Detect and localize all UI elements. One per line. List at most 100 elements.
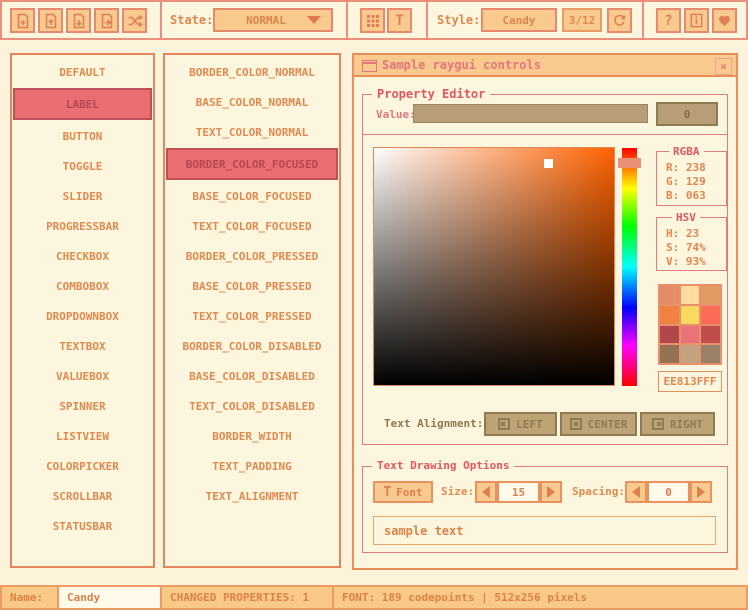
list-item[interactable]: BORDER_WIDTH xyxy=(165,421,339,451)
align-right-button[interactable]: RIGHT xyxy=(640,412,715,436)
list-item[interactable]: COLORPICKER xyxy=(12,451,153,481)
list-item[interactable]: LISTVIEW xyxy=(12,421,153,451)
sample-text-input[interactable]: sample text xyxy=(373,516,716,545)
align-center-text: CENTER xyxy=(588,418,628,431)
list-item[interactable]: DROPDOWNBOX xyxy=(12,301,153,331)
color-value-row: B: 063 xyxy=(657,189,726,203)
random-style-button[interactable] xyxy=(122,8,147,33)
style-name-button[interactable]: Candy xyxy=(481,8,557,32)
color-value-row: V: 93% xyxy=(657,255,726,269)
list-item[interactable]: LABEL xyxy=(13,88,152,120)
value-box[interactable]: 0 xyxy=(656,102,718,126)
palette-swatch[interactable] xyxy=(660,326,679,344)
info-button[interactable] xyxy=(684,8,709,33)
palette-swatch[interactable] xyxy=(681,326,700,344)
align-center-button[interactable]: CENTER xyxy=(560,412,637,436)
font-button-text: Font xyxy=(396,486,423,499)
palette-swatch[interactable] xyxy=(681,306,700,324)
palette-swatch[interactable] xyxy=(701,326,720,344)
new-file-icon xyxy=(15,13,31,29)
hue-bar[interactable] xyxy=(622,148,637,386)
list-item[interactable]: BORDER_COLOR_PRESSED xyxy=(165,241,339,271)
palette-swatch[interactable] xyxy=(681,345,700,363)
spacing-increase-button[interactable] xyxy=(690,481,712,503)
list-item[interactable]: DEFAULT xyxy=(12,57,153,87)
hue-bar-cursor[interactable] xyxy=(618,158,641,168)
hex-value-box[interactable]: EE813FFF xyxy=(658,371,722,392)
spacing-value-box[interactable]: 0 xyxy=(647,481,690,503)
list-item[interactable]: TEXT_COLOR_PRESSED xyxy=(165,301,339,331)
list-item[interactable]: TEXT_COLOR_NORMAL xyxy=(165,117,339,147)
rgba-group: RGBA R: 238G: 129B: 063 xyxy=(656,151,727,206)
controls-listview[interactable]: DEFAULTLABELBUTTONTOGGLESLIDERPROGRESSBA… xyxy=(10,53,155,568)
reload-style-button[interactable] xyxy=(607,8,632,33)
sponsor-button[interactable] xyxy=(712,8,737,33)
list-item[interactable]: CHECKBOX xyxy=(12,241,153,271)
text-preview-toggle-button[interactable]: T xyxy=(387,8,412,33)
list-item[interactable]: SLIDER xyxy=(12,181,153,211)
style-name-value: Candy xyxy=(67,591,100,604)
align-left-button[interactable]: LEFT xyxy=(484,412,557,436)
list-item[interactable]: STATUSBAR xyxy=(12,511,153,541)
list-item[interactable]: TEXT_COLOR_FOCUSED xyxy=(165,211,339,241)
palette-swatch[interactable] xyxy=(660,306,679,324)
value-slider[interactable] xyxy=(413,104,648,123)
rgba-title: RGBA xyxy=(669,145,704,158)
color-picker-panel[interactable] xyxy=(373,147,615,386)
close-icon[interactable]: × xyxy=(715,58,732,75)
list-item[interactable]: TEXT_ALIGNMENT xyxy=(165,481,339,511)
list-item[interactable]: COMBOBOX xyxy=(12,271,153,301)
font-button[interactable]: T Font xyxy=(373,481,433,503)
window-titlebar[interactable]: Sample raygui controls × xyxy=(354,55,736,77)
list-item[interactable]: BASE_COLOR_DISABLED xyxy=(165,361,339,391)
grid-toggle-button[interactable] xyxy=(360,8,385,33)
style-name-input[interactable]: Candy xyxy=(57,585,162,610)
arrow-left-icon xyxy=(632,486,640,498)
spacing-decrease-button[interactable] xyxy=(625,481,647,503)
state-dropdown[interactable]: NORMAL xyxy=(213,8,333,32)
text-icon: T xyxy=(395,13,403,29)
list-item[interactable]: BORDER_COLOR_FOCUSED xyxy=(166,148,338,180)
list-item[interactable]: TEXT_COLOR_DISABLED xyxy=(165,391,339,421)
sample-controls-window: Sample raygui controls × Property Editor… xyxy=(352,53,738,570)
list-item[interactable]: SCROLLBAR xyxy=(12,481,153,511)
list-item[interactable]: BORDER_COLOR_NORMAL xyxy=(165,57,339,87)
size-label: Size: xyxy=(441,481,474,503)
heart-icon xyxy=(717,13,732,28)
load-style-button[interactable] xyxy=(38,8,63,33)
palette-swatch[interactable] xyxy=(660,286,679,304)
properties-listview[interactable]: BORDER_COLOR_NORMALBASE_COLOR_NORMALTEXT… xyxy=(163,53,341,568)
list-item[interactable]: TEXTBOX xyxy=(12,331,153,361)
list-item[interactable]: BORDER_COLOR_DISABLED xyxy=(165,331,339,361)
list-item[interactable]: TOGGLE xyxy=(12,151,153,181)
grid-icon xyxy=(366,14,380,28)
palette-swatch[interactable] xyxy=(701,306,720,324)
style-color-palette[interactable] xyxy=(658,284,722,365)
font-T-icon: T xyxy=(383,485,391,500)
list-item[interactable]: VALUEBOX xyxy=(12,361,153,391)
list-item[interactable]: SPINNER xyxy=(12,391,153,421)
export-file-icon xyxy=(99,13,115,29)
divider xyxy=(362,134,728,135)
palette-swatch[interactable] xyxy=(701,286,720,304)
value-label: Value: xyxy=(376,108,416,121)
palette-swatch[interactable] xyxy=(701,345,720,363)
list-item[interactable]: PROGRESSBAR xyxy=(12,211,153,241)
save-style-button[interactable] xyxy=(66,8,91,33)
size-increase-button[interactable] xyxy=(540,481,562,503)
size-decrease-button[interactable] xyxy=(475,481,497,503)
size-value-box[interactable]: 15 xyxy=(497,481,540,503)
help-button[interactable]: ? xyxy=(656,8,681,33)
palette-swatch[interactable] xyxy=(660,345,679,363)
list-item[interactable]: BASE_COLOR_PRESSED xyxy=(165,271,339,301)
list-item[interactable]: TEXT_PADDING xyxy=(165,451,339,481)
hsv-title: HSV xyxy=(672,211,700,224)
chevron-down-icon xyxy=(307,16,321,24)
export-style-button[interactable] xyxy=(94,8,119,33)
list-item[interactable]: BUTTON xyxy=(12,121,153,151)
list-item[interactable]: BASE_COLOR_FOCUSED xyxy=(165,181,339,211)
palette-swatch[interactable] xyxy=(681,286,700,304)
list-item[interactable]: BASE_COLOR_NORMAL xyxy=(165,87,339,117)
new-style-button[interactable] xyxy=(10,8,35,33)
color-picker-cursor[interactable] xyxy=(544,159,553,168)
